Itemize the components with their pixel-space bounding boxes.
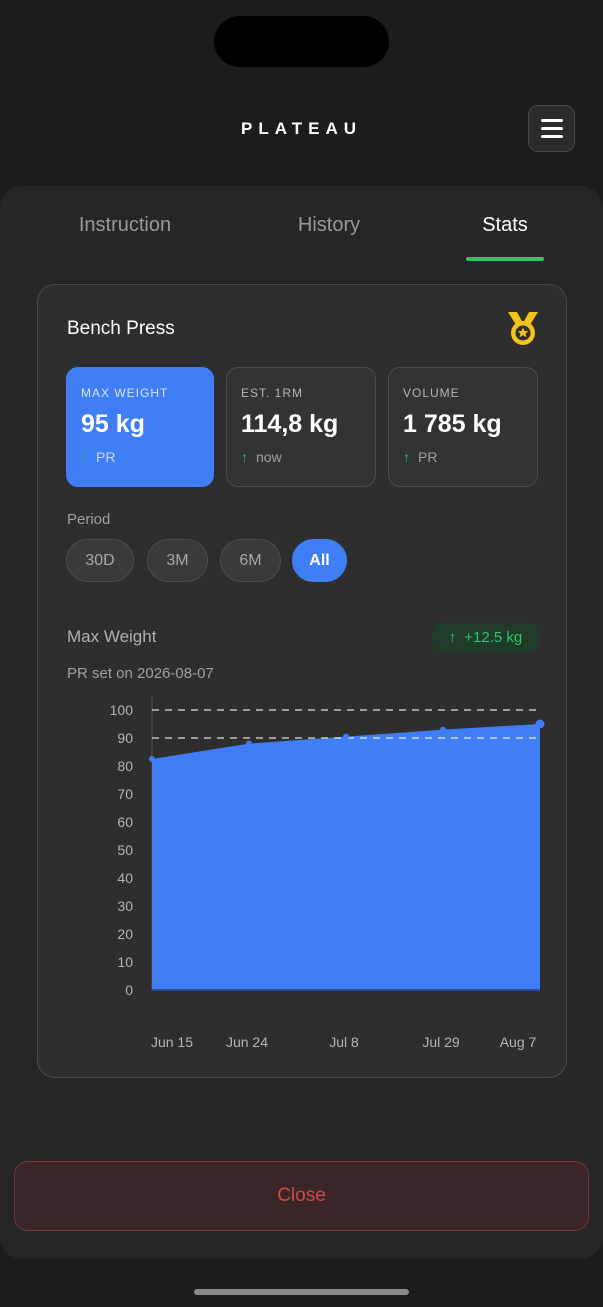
data-point (440, 726, 446, 733)
stats-card: Bench Press MAX WEIGHT 95 kg ↑ PR EST. 1R… (37, 284, 567, 1078)
y-tick-label: 60 (117, 814, 133, 830)
tab-history[interactable]: History (285, 214, 373, 237)
y-tick-label: 70 (117, 786, 133, 802)
hamburger-icon-line (540, 135, 563, 138)
y-tick-label: 90 (117, 730, 133, 746)
data-point (246, 740, 252, 747)
x-tick-label: Jun 15 (151, 1034, 193, 1050)
x-tick-label: Jul 29 (422, 1034, 460, 1050)
data-point (535, 719, 545, 729)
area-series (152, 724, 540, 990)
active-tab-indicator (466, 257, 544, 261)
hamburger-icon-line (540, 119, 563, 122)
menu-button[interactable] (528, 105, 575, 152)
dynamic-island (214, 16, 389, 67)
y-tick-label: 30 (117, 898, 133, 914)
tab-stats[interactable]: Stats (466, 214, 544, 237)
tab-bar: Instruction History Stats (0, 186, 603, 266)
max-weight-chart: 0 10 20 30 40 50 60 70 80 90 100 Jun 15 Jun 24 Jul 8 J… (110, 697, 545, 1050)
y-tick-label: 40 (117, 870, 133, 886)
y-tick-label: 100 (110, 702, 134, 718)
y-tick-label: 80 (117, 758, 133, 774)
x-tick-label: Aug 7 (500, 1034, 537, 1050)
tab-instruction[interactable]: Instruction (70, 214, 180, 237)
y-tick-label: 50 (117, 842, 133, 858)
y-tick-label: 0 (125, 982, 133, 998)
data-point (149, 756, 155, 762)
data-point (343, 733, 349, 740)
y-tick-label: 10 (117, 954, 133, 970)
exercise-sheet: Instruction History Stats Bench Press MA… (0, 186, 603, 1259)
app-title: PLATEAU (240, 119, 362, 138)
close-button[interactable]: Close (14, 1161, 589, 1231)
home-indicator (194, 1289, 409, 1295)
x-tick-label: Jun 24 (226, 1034, 268, 1050)
y-tick-label: 20 (117, 926, 133, 942)
x-tick-label: Jul 8 (329, 1034, 359, 1050)
hamburger-icon-line (540, 127, 563, 130)
